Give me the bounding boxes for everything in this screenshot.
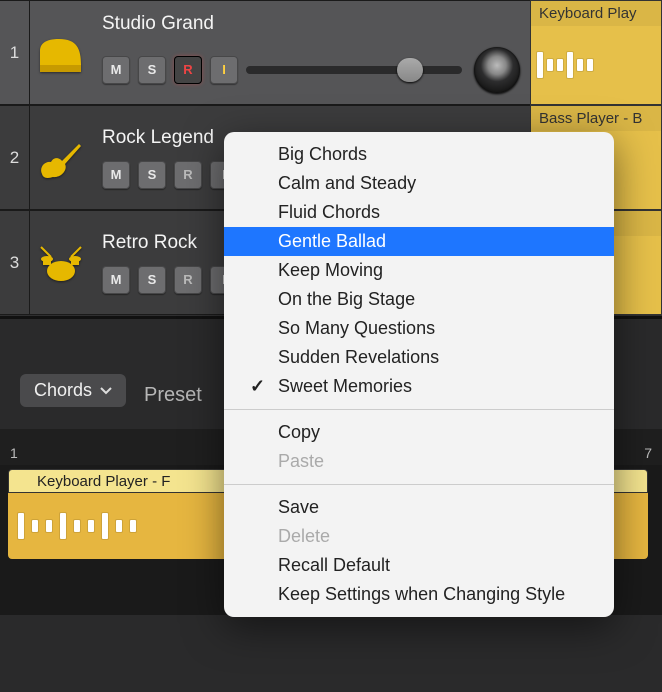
menu-item[interactable]: Copy [224, 418, 614, 447]
menu-separator [224, 484, 614, 485]
timeline-region-title: Keyboard Player - F [37, 473, 170, 490]
preset-label[interactable]: Preset [144, 384, 202, 407]
region-title: Keyboard Play [531, 1, 661, 26]
ruler-mark: 7 [644, 445, 652, 465]
region-notes [531, 26, 661, 103]
menu-item[interactable]: Save [224, 493, 614, 522]
menu-item[interactable]: Big Chords [224, 140, 614, 169]
dropdown-label: Chords [34, 380, 92, 401]
mute-button[interactable]: M [102, 161, 130, 189]
menu-item: Delete [224, 522, 614, 551]
track-number: 3 [0, 211, 30, 314]
track-number: 1 [0, 1, 30, 104]
mute-button[interactable]: M [102, 266, 130, 294]
ruler-mark: 1 [10, 445, 18, 465]
solo-button[interactable]: S [138, 266, 166, 294]
menu-separator [224, 409, 614, 410]
solo-button[interactable]: S [138, 161, 166, 189]
pan-knob[interactable] [474, 47, 520, 93]
menu-item[interactable]: Calm and Steady [224, 169, 614, 198]
track-title[interactable]: Studio Grand [102, 13, 520, 35]
menu-item: Paste [224, 447, 614, 476]
drums-icon [37, 239, 85, 287]
record-enable-button[interactable]: R [174, 161, 202, 189]
track-number: 2 [0, 106, 30, 209]
region[interactable]: Keyboard Play [530, 0, 662, 105]
region-title: Bass Player - B [531, 106, 661, 131]
menu-item[interactable]: Fluid Chords [224, 198, 614, 227]
chords-dropdown[interactable]: Chords [20, 374, 126, 407]
solo-button[interactable]: S [138, 56, 166, 84]
menu-item[interactable]: Keep Moving [224, 256, 614, 285]
menu-item[interactable]: Gentle Ballad [224, 227, 614, 256]
menu-item[interactable]: So Many Questions [224, 314, 614, 343]
preset-context-menu: Big ChordsCalm and SteadyFluid ChordsGen… [224, 132, 614, 617]
mute-button[interactable]: M [102, 56, 130, 84]
track-icon-wrap [30, 211, 92, 314]
menu-item[interactable]: Recall Default [224, 551, 614, 580]
track-controls: M S R I [102, 47, 520, 93]
menu-item[interactable]: On the Big Stage [224, 285, 614, 314]
guitar-icon [37, 134, 85, 182]
menu-item[interactable]: Sudden Revelations [224, 343, 614, 372]
piano-icon [37, 29, 85, 77]
record-enable-button[interactable]: R [174, 266, 202, 294]
input-monitor-button[interactable]: I [210, 56, 238, 84]
record-enable-button[interactable]: R [174, 56, 202, 84]
track-icon-wrap [30, 1, 92, 104]
track-row[interactable]: 1 Studio Grand M S R I [0, 0, 530, 105]
chevron-down-icon [100, 387, 112, 395]
track-icon-wrap [30, 106, 92, 209]
volume-slider[interactable] [246, 59, 462, 81]
menu-item[interactable]: Sweet Memories [224, 372, 614, 401]
menu-item[interactable]: Keep Settings when Changing Style [224, 580, 614, 609]
track-main: Studio Grand M S R I [92, 1, 530, 104]
